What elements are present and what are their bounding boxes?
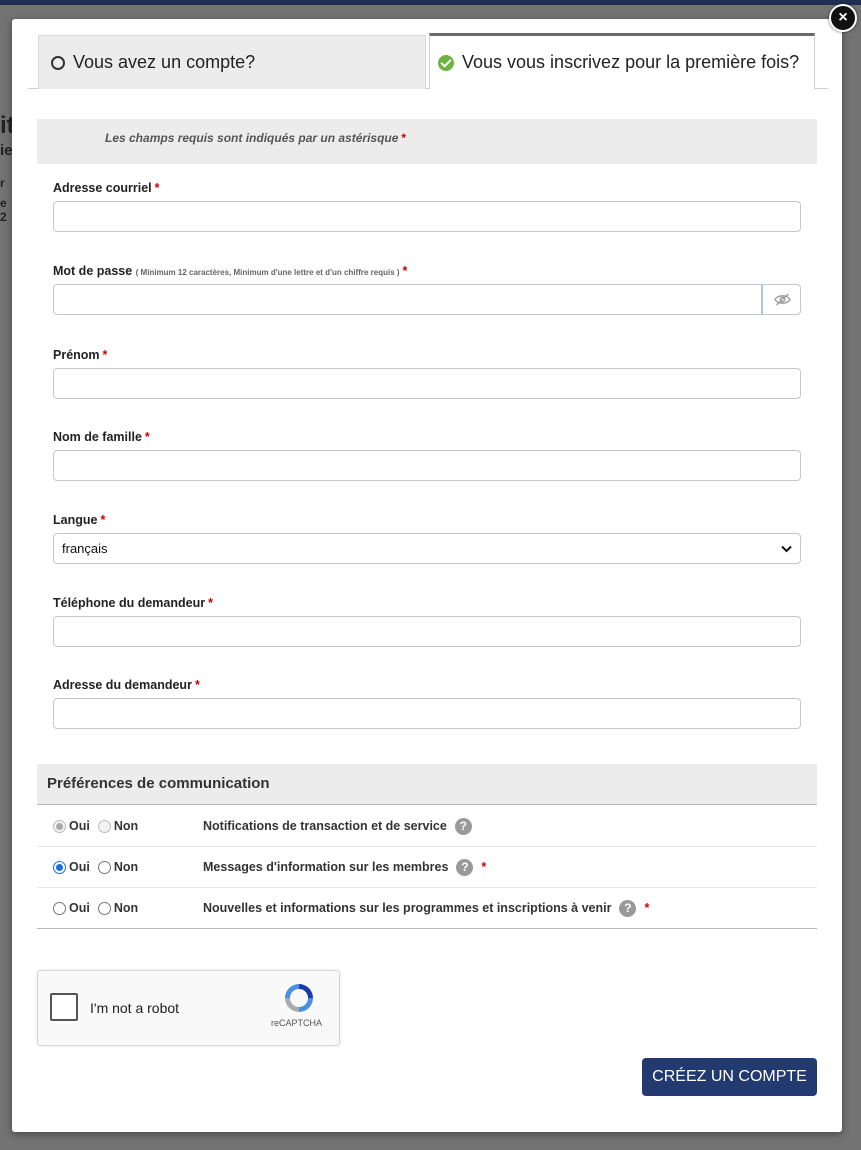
first-name-group: Prénom * xyxy=(53,348,801,399)
language-label: Langue * xyxy=(53,513,106,527)
backdrop-subheading: ie xyxy=(0,142,12,159)
phone-group: Téléphone du demandeur * xyxy=(53,596,801,647)
pref-row-programs-news: Oui Non Nouvelles et informations sur le… xyxy=(37,888,817,929)
communication-preferences-header: Préférences de communication xyxy=(37,764,817,805)
password-field[interactable] xyxy=(53,284,801,315)
recaptcha-logo-icon xyxy=(285,984,313,1012)
yes-no-group: Oui Non xyxy=(37,819,203,833)
backdrop-heading: it xyxy=(0,112,12,139)
pref-label: Notifications de transaction et de servi… xyxy=(203,819,447,833)
last-name-group: Nom de famille * xyxy=(53,430,801,481)
account-tabs: Vous avez un compte? Vous vous inscrivez… xyxy=(28,33,828,90)
chevron-down-icon xyxy=(781,545,792,552)
tab-new-registration[interactable]: Vous vous inscrivez pour la première foi… xyxy=(429,33,815,90)
last-name-field[interactable] xyxy=(53,450,801,481)
required-fields-note: Les champs requis sont indiqués par un a… xyxy=(37,119,817,164)
recaptcha-checkbox[interactable] xyxy=(50,993,78,1021)
required-note-text: Les champs requis sont indiqués par un a… xyxy=(105,131,399,145)
language-selected-value: français xyxy=(62,541,108,556)
recaptcha-label: I'm not a robot xyxy=(90,1000,180,1016)
yes-no-group: Oui Non xyxy=(37,901,203,915)
last-name-label: Nom de famille * xyxy=(53,430,150,444)
radio-yes[interactable] xyxy=(53,901,66,915)
pref-label: Messages d'information sur les membres xyxy=(203,860,449,874)
create-account-button[interactable]: CRÉEZ UN COMPTE xyxy=(642,1058,817,1096)
radio-circle-icon xyxy=(51,55,65,70)
phone-label: Téléphone du demandeur * xyxy=(53,596,213,610)
phone-field[interactable] xyxy=(53,616,801,647)
check-circle-icon xyxy=(438,54,454,71)
yes-no-group: Oui Non xyxy=(37,860,203,874)
pref-row-member-info: Oui Non Messages d'information sur les m… xyxy=(37,847,817,888)
radio-yes[interactable] xyxy=(53,860,66,874)
tab-label: Vous avez un compte? xyxy=(73,52,256,72)
backdrop-line: e 2 xyxy=(0,196,7,224)
tab-label: Vous vous inscrivez pour la première foi… xyxy=(462,52,800,72)
pref-row-transaction: Oui Non Notifications de transaction et … xyxy=(37,806,817,847)
address-field[interactable] xyxy=(53,698,801,729)
language-select[interactable]: français xyxy=(53,533,801,564)
help-icon[interactable]: ? xyxy=(454,817,472,835)
password-hint: ( Minimum 12 caractères, Minimum d'une l… xyxy=(135,268,400,277)
password-group: Mot de passe ( Minimum 12 caractères, Mi… xyxy=(53,264,801,315)
signup-modal: Vous avez un compte? Vous vous inscrivez… xyxy=(12,19,842,1132)
backdrop-topbar xyxy=(0,0,861,5)
address-group: Adresse du demandeur * xyxy=(53,678,801,729)
address-label: Adresse du demandeur * xyxy=(53,678,200,692)
radio-no xyxy=(97,819,111,833)
required-asterisk: * xyxy=(644,901,650,915)
first-name-label: Prénom * xyxy=(53,348,108,362)
recaptcha-brand: reCAPTCHA xyxy=(271,1018,323,1028)
radio-no[interactable] xyxy=(97,860,111,874)
email-field[interactable] xyxy=(53,201,801,232)
language-group: Langue * français xyxy=(53,513,801,564)
help-icon[interactable]: ? xyxy=(456,858,474,876)
close-icon[interactable]: × xyxy=(829,4,857,32)
email-label: Adresse courriel * xyxy=(53,181,160,195)
backdrop-line: r xyxy=(0,176,5,190)
help-icon[interactable]: ? xyxy=(619,899,637,917)
pref-label: Nouvelles et informations sur les progra… xyxy=(203,901,612,915)
recaptcha-widget: I'm not a robot reCAPTCHA xyxy=(37,970,340,1046)
required-asterisk: * xyxy=(401,131,407,145)
email-group: Adresse courriel * xyxy=(53,181,801,232)
radio-yes xyxy=(53,819,66,833)
tab-existing-account[interactable]: Vous avez un compte? xyxy=(38,35,426,89)
required-asterisk: * xyxy=(481,860,487,874)
radio-no[interactable] xyxy=(97,901,111,915)
password-wrapper xyxy=(53,284,801,315)
password-label: Mot de passe ( Minimum 12 caractères, Mi… xyxy=(53,264,408,278)
first-name-field[interactable] xyxy=(53,368,801,399)
eye-slash-icon[interactable] xyxy=(761,284,801,315)
